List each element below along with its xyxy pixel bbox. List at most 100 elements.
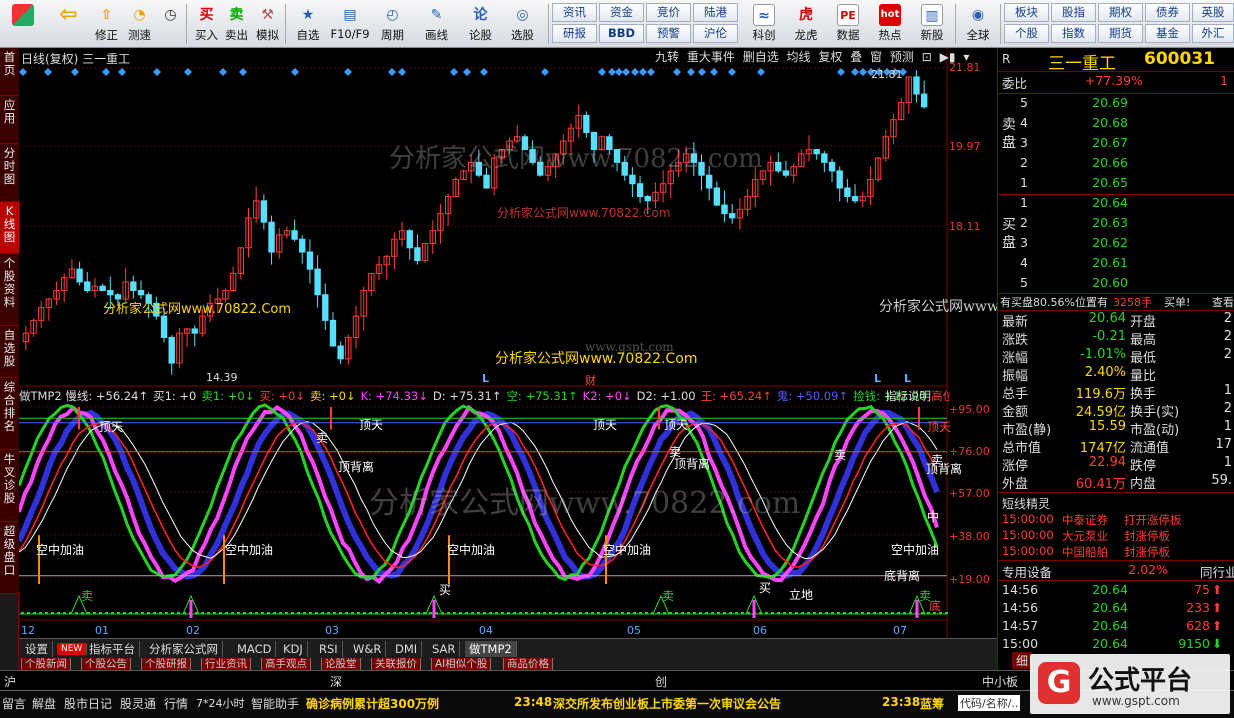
- market-sme[interactable]: 中小板: [982, 673, 1018, 690]
- news-button[interactable]: 资讯: [552, 3, 597, 22]
- news-ticker-item[interactable]: 蓝筹: [920, 695, 944, 712]
- tab-industry-news[interactable]: 行业资讯: [201, 658, 251, 670]
- bbd-button[interactable]: BBD: [599, 24, 644, 43]
- code-search-input[interactable]: 代码/名称/..: [958, 695, 1021, 711]
- select-stock-button[interactable]: ◎ 选股: [506, 2, 539, 46]
- tab-stock-news[interactable]: 个股新闻: [21, 658, 71, 670]
- new-stock-button[interactable]: ▥ 新股: [913, 2, 951, 46]
- uk-stock-button[interactable]: 英股: [1192, 3, 1234, 22]
- buy-order-row[interactable]: 3 20.62: [998, 235, 1234, 255]
- buy-order-row[interactable]: 1 20.64: [998, 195, 1234, 215]
- market-gem[interactable]: 创: [655, 673, 667, 690]
- sell-order-row[interactable]: 1 20.65: [998, 175, 1234, 195]
- tool-overlay[interactable]: 叠: [850, 48, 862, 65]
- tab-home[interactable]: 首页: [0, 48, 19, 96]
- dragon-tiger-button[interactable]: 虎 龙虎: [787, 2, 825, 46]
- tab-ranking[interactable]: 综合排名: [0, 378, 19, 450]
- market-sh[interactable]: 沪: [4, 673, 16, 690]
- status-24h[interactable]: 7*24小时: [196, 695, 245, 711]
- tab-diagnosis[interactable]: 牛叉诊股: [0, 450, 19, 522]
- hot-button[interactable]: hot 热点: [871, 2, 909, 46]
- tab-watchlist[interactable]: 自选股: [0, 326, 19, 378]
- period-button[interactable]: ◴ 周期: [376, 2, 409, 46]
- tab-intraday[interactable]: 分时图: [0, 144, 19, 202]
- news-ticker-item[interactable]: 确诊病例累计超300万例: [306, 695, 439, 712]
- tab-sar[interactable]: SAR: [428, 641, 461, 657]
- status-assistant[interactable]: 智能助手: [251, 695, 299, 712]
- buy-order-row[interactable]: 4 20.61: [998, 255, 1234, 275]
- forex-button[interactable]: 外汇: [1192, 24, 1234, 43]
- funds-button[interactable]: 资金: [599, 3, 644, 22]
- tab-expert-views[interactable]: 高手观点: [261, 658, 311, 670]
- buy-order-row[interactable]: 5 20.60: [998, 275, 1234, 295]
- buy-order-row[interactable]: 2 20.63: [998, 215, 1234, 235]
- watchlist-button[interactable]: ★ 自选: [290, 2, 326, 46]
- hk-connect-button[interactable]: 陆港: [693, 3, 738, 22]
- research-button[interactable]: 研报: [552, 24, 597, 43]
- tab-dmi[interactable]: DMI: [391, 641, 423, 657]
- tab-rsi[interactable]: RSI: [315, 641, 343, 657]
- sh-london-button[interactable]: 沪伦: [693, 24, 738, 43]
- index-futures-button[interactable]: 股指: [1051, 3, 1096, 22]
- chart-canvas[interactable]: [19, 48, 997, 638]
- sell-order-row[interactable]: 3 20.67: [998, 135, 1234, 155]
- detail-tab[interactable]: 细: [1012, 652, 1033, 669]
- tab-commodity-prices[interactable]: 商品价格: [503, 658, 553, 670]
- tool-window[interactable]: 窗: [870, 48, 882, 65]
- indicator-help-button[interactable]: 指标说明: [885, 388, 931, 404]
- sell-button[interactable]: 卖 卖出: [220, 2, 253, 46]
- sell-order-row[interactable]: 4 20.68: [998, 115, 1234, 135]
- status-analysis[interactable]: 解盘: [32, 695, 56, 712]
- back-button[interactable]: ⇦: [52, 2, 85, 46]
- tab-stock-notices[interactable]: 个股公告: [81, 658, 131, 670]
- sector-button[interactable]: 板块: [1004, 3, 1049, 22]
- clock-button[interactable]: ◷: [154, 2, 187, 46]
- global-button[interactable]: ◉ 全球: [959, 2, 997, 46]
- tool-adjust[interactable]: 复权: [818, 48, 842, 65]
- auction-button[interactable]: 竞价: [646, 3, 691, 22]
- status-gulingtong[interactable]: 股灵通: [120, 695, 156, 712]
- star-market-button[interactable]: ≈ 科创: [745, 2, 783, 46]
- draw-button[interactable]: ✎ 画线: [420, 2, 453, 46]
- tab-kdj[interactable]: KDJ: [279, 641, 308, 657]
- tab-formula-site[interactable]: 分析家公式网: [145, 641, 223, 657]
- options-button[interactable]: 期权: [1098, 3, 1143, 22]
- elf-item[interactable]: 15:00:00 中国船舶 封涨停板: [998, 544, 1234, 564]
- buy-button[interactable]: 买 买入: [190, 2, 223, 46]
- buy-wall-view-link[interactable]: 查看: [1212, 294, 1234, 310]
- data-button[interactable]: PE 数据: [829, 2, 867, 46]
- status-diary[interactable]: 股市日记: [64, 695, 112, 712]
- tool-forecast[interactable]: 预测: [890, 48, 914, 65]
- stock-button[interactable]: 个股: [1004, 24, 1049, 43]
- alert-button[interactable]: 预警: [646, 24, 691, 43]
- event-l[interactable]: L: [904, 372, 911, 385]
- tool-remove-watch[interactable]: 删自选: [743, 48, 779, 65]
- event-l[interactable]: L: [482, 372, 489, 385]
- futures-button[interactable]: 期货: [1098, 24, 1143, 43]
- bonds-button[interactable]: 债券: [1145, 3, 1190, 22]
- tool-jiuzhuan[interactable]: 九转: [655, 48, 679, 65]
- tool-ma[interactable]: 均线: [787, 48, 811, 65]
- fund-button[interactable]: 基金: [1145, 24, 1190, 43]
- tab-related-quotes[interactable]: 关联报价: [371, 658, 421, 670]
- forum-button[interactable]: 论 论股: [464, 2, 497, 46]
- tab-kline[interactable]: K线图: [0, 202, 19, 254]
- tool-major-events[interactable]: 重大事件: [687, 48, 735, 65]
- tab-ai-similar[interactable]: AI相似个股: [431, 658, 492, 670]
- simulate-button[interactable]: ⚒ 模拟: [251, 2, 284, 46]
- news-ticker-item[interactable]: 深交所发布创业板上市委第一次审议会公告: [553, 695, 781, 712]
- tab-apps[interactable]: 应用: [0, 96, 19, 144]
- event-l[interactable]: L: [874, 372, 881, 385]
- event-finance[interactable]: 财: [585, 372, 596, 388]
- fix-button[interactable]: ⇧ 修正: [90, 2, 123, 46]
- tab-super-orderbook[interactable]: 超级盘口: [0, 522, 19, 594]
- sell-order-row[interactable]: 2 20.66: [998, 155, 1234, 175]
- apps-grid-button[interactable]: [6, 2, 39, 46]
- lock-icon[interactable]: ⊡: [922, 50, 932, 64]
- f10-button[interactable]: ▤ F10/F9: [328, 2, 372, 46]
- index-button[interactable]: 指数: [1051, 24, 1096, 43]
- speed-test-button[interactable]: ◔ 测速: [123, 2, 156, 46]
- tab-indicator-platform[interactable]: 指标平台: [85, 641, 140, 657]
- kline-chart-area[interactable]: 日线(复权) 三一重工 九转 重大事件 删自选 均线 复权 叠 窗 预测 ⊡ ▶…: [19, 48, 1080, 638]
- tab-settings[interactable]: 设置: [21, 641, 53, 657]
